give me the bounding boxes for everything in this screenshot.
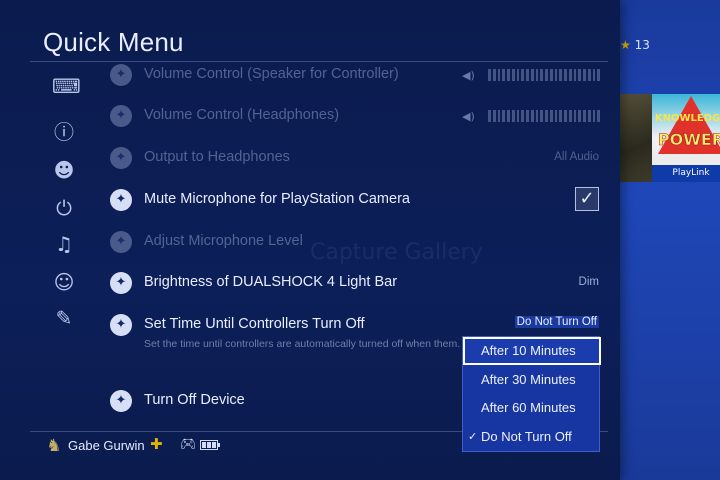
- game-title-top: KNOWLEDGE: [654, 113, 720, 124]
- setting-label: Volume Control (Speaker for Controller): [144, 66, 399, 82]
- setting-label: Set Time Until Controllers Turn Off: [144, 316, 365, 332]
- background-content: ★ 13 KNOWLEDGE POWER PlayLink: [610, 0, 720, 480]
- avatar: ♞: [46, 436, 62, 456]
- setting-label: Output to Headphones: [144, 149, 290, 165]
- page-title: Quick Menu: [43, 27, 184, 57]
- checkmark-icon: ✓: [468, 431, 478, 443]
- wrench-icon: ✦: [110, 147, 132, 169]
- wrench-icon: ✦: [110, 314, 132, 336]
- setting-mute-microphone[interactable]: ✦ Mute Microphone for PlayStation Camera…: [108, 185, 603, 215]
- speaker-icon: ◀): [462, 69, 475, 82]
- setting-value: All Audio: [554, 151, 599, 163]
- trophy-icon: ★: [620, 38, 631, 52]
- setting-label: Turn Off Device: [144, 392, 245, 408]
- setting-value: Do Not Turn Off: [514, 316, 599, 328]
- setting-adjust-microphone[interactable]: ✦ Adjust Microphone Level: [108, 227, 603, 257]
- playlink-label: PlayLink: [652, 165, 720, 182]
- wrench-icon: ✦: [110, 189, 132, 211]
- game-tile-dark: [618, 94, 652, 182]
- controller-settings-icon[interactable]: ⌨: [52, 74, 81, 98]
- setting-label: Mute Microphone for PlayStation Camera: [144, 191, 410, 207]
- wrench-icon: ✦: [110, 105, 132, 127]
- controller-icon: 🎮︎: [180, 437, 197, 452]
- option-after-10-minutes[interactable]: After 10 Minutes: [463, 337, 601, 365]
- info-icon[interactable]: ⓘ: [52, 120, 76, 144]
- trophy-count: ★ 13: [620, 38, 650, 52]
- option-do-not-turn-off[interactable]: ✓ Do Not Turn Off: [463, 423, 601, 451]
- wrench-icon: ✦: [110, 64, 132, 86]
- setting-light-bar-brightness[interactable]: ✦ Brightness of DUALSHOCK 4 Light Bar Di…: [108, 268, 603, 298]
- power-icon[interactable]: ⏻: [52, 196, 76, 220]
- option-after-60-minutes[interactable]: After 60 Minutes: [463, 394, 601, 422]
- volume-slider[interactable]: [488, 69, 600, 81]
- turn-off-time-dropdown[interactable]: After 10 Minutes After 30 Minutes After …: [462, 336, 601, 452]
- speaker-icon: ◀): [462, 110, 475, 123]
- wrench-icon: ✦: [110, 231, 132, 253]
- playstation-plus-icon: ✚: [150, 435, 163, 453]
- setting-value: Dim: [578, 276, 599, 288]
- username: Gabe Gurwin: [68, 438, 145, 453]
- setting-label: Adjust Microphone Level: [144, 233, 303, 249]
- party-icon[interactable]: ☻: [52, 158, 76, 182]
- setting-headphone-volume[interactable]: ✦ Volume Control (Headphones) ◀): [108, 101, 603, 131]
- volume-slider[interactable]: [488, 110, 600, 122]
- dualshock-icon[interactable]: ☺: [52, 270, 76, 294]
- setting-description: Set the time until controllers are autom…: [144, 338, 461, 350]
- music-icon[interactable]: ♫: [52, 232, 76, 256]
- wrench-icon: ✦: [110, 390, 132, 412]
- customize-icon[interactable]: ✎: [52, 306, 76, 330]
- game-tile-knowledge-is-power: KNOWLEDGE POWER PlayLink: [652, 94, 720, 182]
- option-after-30-minutes[interactable]: After 30 Minutes: [463, 366, 601, 394]
- mute-checkbox[interactable]: ✓: [575, 187, 599, 211]
- battery-icon: [200, 440, 220, 450]
- wrench-icon: ✦: [110, 272, 132, 294]
- setting-label: Brightness of DUALSHOCK 4 Light Bar: [144, 274, 398, 290]
- setting-speaker-volume[interactable]: ✦ Volume Control (Speaker for Controller…: [108, 60, 603, 90]
- setting-output-to-headphones[interactable]: ✦ Output to Headphones All Audio: [108, 143, 603, 173]
- game-title: POWER: [657, 130, 720, 149]
- setting-label: Volume Control (Headphones): [144, 107, 340, 123]
